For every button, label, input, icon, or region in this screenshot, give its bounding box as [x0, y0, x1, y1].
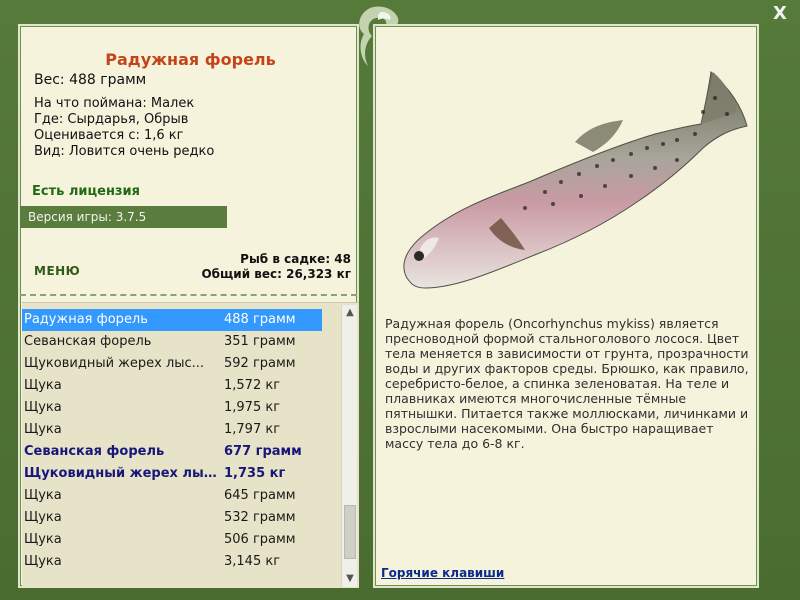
- list-item[interactable]: Щука 3,145 кг: [22, 551, 322, 573]
- list-item[interactable]: Севанская форель 351 грамм: [22, 331, 322, 353]
- fish-name: Щука: [24, 378, 62, 393]
- fish-name: Щуковидный жерех лыс...: [24, 466, 220, 481]
- fish-name: Щука: [24, 510, 62, 525]
- list-item[interactable]: Щука 506 грамм: [22, 529, 322, 551]
- catch-list: Радужная форель 488 грамм Севанская форель…: [22, 302, 359, 588]
- list-item[interactable]: Щука 1,975 кг: [22, 397, 322, 419]
- fish-weight-value: 351 грамм: [224, 334, 296, 349]
- cage-stats: Рыб в садке: 48 Общий вес: 26,323 кг: [201, 252, 351, 282]
- list-item[interactable]: Радужная форель 488 грамм: [22, 309, 322, 331]
- list-item[interactable]: Щуковидный жерех лыс... 1,735 кг: [22, 463, 322, 485]
- fish-weight-value: 592 грамм: [224, 356, 296, 371]
- fish-name: Щука: [24, 554, 62, 569]
- fish-name: Щука: [24, 422, 62, 437]
- list-item[interactable]: Севанская форель 677 грамм: [22, 441, 322, 463]
- divider: [20, 294, 357, 296]
- fish-name: Севанская форель: [24, 444, 165, 459]
- rainbow-trout-image: [403, 71, 748, 289]
- menu-button[interactable]: МЕНЮ: [34, 264, 80, 278]
- fish-weight-value: 645 грамм: [224, 488, 296, 503]
- location-info: Где: Сырдарья, Обрыв: [34, 112, 189, 127]
- fish-info-panel: Радужная форель Вес: 488 грамм На что по…: [18, 24, 359, 588]
- fish-details-panel: Радужная форель (Oncorhynchus mykiss) яв…: [373, 24, 759, 588]
- scroll-down-icon[interactable]: ▼: [342, 571, 358, 587]
- list-item[interactable]: Щука 532 грамм: [22, 507, 322, 529]
- rarity-info: Вид: Ловится очень редко: [34, 144, 215, 159]
- list-scrollbar[interactable]: ▲ ▼: [341, 305, 357, 587]
- fish-name: Щуковидный жерех лыс...: [24, 356, 205, 371]
- total-weight: Общий вес: 26,323 кг: [201, 267, 351, 281]
- fish-weight-value: 1,735 кг: [224, 466, 286, 481]
- scroll-thumb[interactable]: [344, 505, 356, 559]
- fish-name: Севанская форель: [24, 334, 152, 349]
- fish-name: Радужная форель: [24, 312, 148, 327]
- fish-weight-value: 677 грамм: [224, 444, 302, 459]
- license-status: Есть лицензия: [32, 184, 140, 199]
- fish-weight-value: 506 грамм: [224, 532, 296, 547]
- bait-info: На что поймана: Малек: [34, 96, 195, 111]
- fish-weight-value: 488 грамм: [224, 312, 296, 327]
- version-bar: Версия игры: 3.7.5: [20, 206, 227, 228]
- fish-description: Радужная форель (Oncorhynchus mykiss) яв…: [385, 316, 749, 451]
- list-item[interactable]: Щуковидный жерех лыс... 592 грамм: [22, 353, 322, 375]
- fish-weight-value: 3,145 кг: [224, 554, 281, 569]
- fish-weight-value: 1,797 кг: [224, 422, 281, 437]
- fish-title: Радужная форель: [105, 50, 276, 69]
- value-info: Оценивается с: 1,6 кг: [34, 128, 184, 143]
- fish-weight-value: 1,572 кг: [224, 378, 281, 393]
- fish-weight-value: 532 грамм: [224, 510, 296, 525]
- fish-name: Щука: [24, 400, 62, 415]
- list-item[interactable]: Щука 1,572 кг: [22, 375, 322, 397]
- fish-weight: Вес: 488 грамм: [34, 72, 147, 88]
- fish-name: Щука: [24, 532, 62, 547]
- fish-weight-value: 1,975 кг: [224, 400, 281, 415]
- list-item[interactable]: Щука 645 грамм: [22, 485, 322, 507]
- fish-name: Щука: [24, 488, 62, 503]
- scroll-up-icon[interactable]: ▲: [342, 305, 358, 321]
- close-icon[interactable]: X: [772, 5, 788, 23]
- hotkeys-link[interactable]: Горячие клавиши: [381, 566, 504, 580]
- list-item[interactable]: Щука 1,797 кг: [22, 419, 322, 441]
- fish-count: Рыб в садке: 48: [240, 252, 351, 266]
